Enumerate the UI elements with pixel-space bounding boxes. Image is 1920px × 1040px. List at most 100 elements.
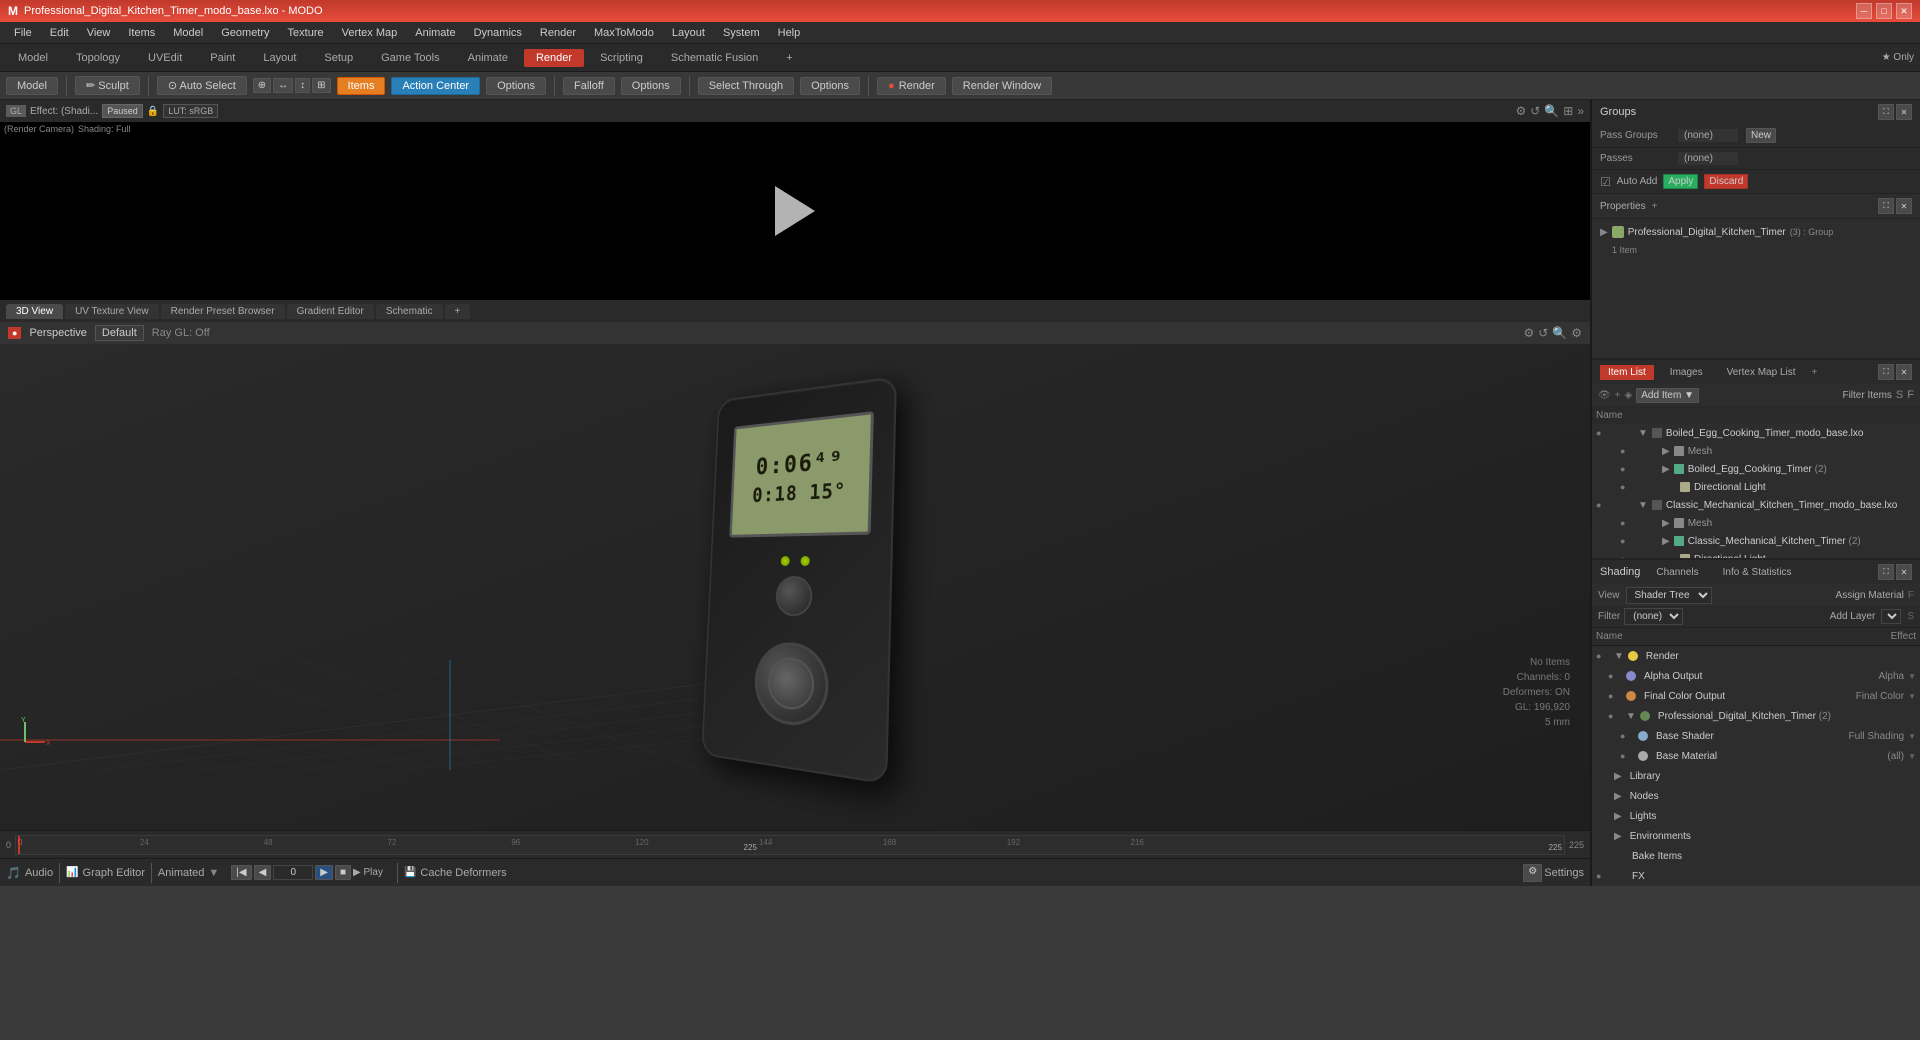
timeline-ruler[interactable]: 0 24 48 72 96 120 144 168 192 216 225 22… [15,835,1565,855]
minimize-button[interactable]: ─ [1856,3,1872,19]
tab-images[interactable]: Images [1662,365,1711,380]
prev-keyframe-btn[interactable]: |◀ [231,865,251,880]
list-item[interactable]: ● Directional Light [1616,550,1920,558]
auto-select-btn[interactable]: ⊙ Auto Select [157,76,247,95]
settings-btn[interactable]: ⚙ [1523,864,1542,882]
groups-expand-icon[interactable]: ⛶ [1878,104,1894,120]
transform-btn-1[interactable]: ⊕ [253,78,271,93]
assign-material-btn[interactable]: Assign Material [1836,590,1904,601]
base-shader-dropdown[interactable]: ▼ [1908,732,1916,741]
shader-final-color-row[interactable]: ● Final Color Output Final Color ▼ [1592,686,1920,706]
transform-btn-3[interactable]: ↕ [295,78,310,93]
step-back-btn[interactable]: ◀ [254,865,272,880]
settings-label[interactable]: Settings [1544,864,1584,882]
shader-base-shader-row[interactable]: ● Base Shader Full Shading ▼ [1592,726,1920,746]
play-btn[interactable]: ▶ [315,865,333,880]
base-material-dropdown[interactable]: ▼ [1908,752,1916,761]
viewport-settings-icon[interactable]: ⚙ [1523,326,1534,340]
shader-close-icon[interactable]: ✕ [1896,564,1912,580]
options-btn-2[interactable]: Options [621,77,681,95]
tab-game-tools[interactable]: Game Tools [369,49,452,67]
frame-input[interactable] [273,865,313,880]
menu-view[interactable]: View [79,25,119,41]
menu-file[interactable]: File [6,25,40,41]
list-item[interactable]: ● ▼ Classic_Mechanical_Kitchen_Timer_mod… [1592,496,1920,514]
list-item[interactable]: ● ▶ Boiled_Egg_Cooking_Timer (2) [1616,460,1920,478]
list-item[interactable]: ● ▶ Mesh [1616,514,1920,532]
options-btn-1[interactable]: Options [486,77,546,95]
shader-bake-items-row[interactable]: Bake Items [1592,846,1920,866]
menu-help[interactable]: Help [770,25,809,41]
tab-render[interactable]: Render [524,49,584,67]
preview-more-icon[interactable]: » [1577,104,1584,118]
list-item[interactable]: ● ▶ Classic_Mechanical_Kitchen_Timer (2) [1616,532,1920,550]
close-button[interactable]: ✕ [1896,3,1912,19]
item-list-close-icon[interactable]: ✕ [1896,364,1912,380]
play-button-large[interactable] [775,186,815,236]
add-tab-icon[interactable]: + [1812,367,1818,378]
viewport-gear-icon[interactable]: ⚙ [1571,326,1582,340]
tab-gradient-editor[interactable]: Gradient Editor [287,304,374,319]
tab-info-stats[interactable]: Info & Statistics [1715,565,1800,580]
mode-sculpt-btn[interactable]: ✏ Sculpt [75,76,140,95]
animated-dropdown-icon[interactable]: ▼ [208,867,219,879]
transform-btn-4[interactable]: ⊞ [312,78,330,93]
item-list-expand-icon[interactable]: ⛶ [1878,364,1894,380]
shader-fx-row[interactable]: ● FX [1592,866,1920,886]
tab-schematic-fusion[interactable]: Schematic Fusion [659,49,770,67]
new-pass-group-btn[interactable]: New [1746,128,1776,143]
tab-shading[interactable]: Shading [1600,566,1640,578]
tab-model[interactable]: Model [6,49,60,67]
shader-expand-icon[interactable]: ⛶ [1878,564,1894,580]
viewport-canvas[interactable]: 0:06⁴⁹ 0:18 15° [0,344,1590,830]
cache-deformers-label[interactable]: Cache Deformers [420,867,506,879]
alpha-dropdown[interactable]: ▼ [1908,672,1916,681]
tab-item-list[interactable]: Item List [1600,365,1654,380]
graph-editor-label[interactable]: Graph Editor [83,867,145,879]
tab-channels[interactable]: Channels [1648,565,1706,580]
view-dropdown[interactable]: Shader Tree [1626,587,1712,604]
render-btn[interactable]: ● Render [877,77,946,95]
apply-btn[interactable]: Apply [1663,174,1698,189]
shader-environments-row[interactable]: ▶ Environments [1592,826,1920,846]
properties-icon[interactable]: + [1652,201,1658,212]
viewport-shading-dropdown[interactable]: Default [95,325,144,341]
tab-layout[interactable]: Layout [251,49,308,67]
preview-refresh-icon[interactable]: ↺ [1530,104,1540,118]
shader-lights-row[interactable]: ▶ Lights [1592,806,1920,826]
animated-label[interactable]: Animated [158,867,204,879]
filter-dropdown[interactable]: (none) [1624,608,1683,625]
discard-btn[interactable]: Discard [1704,174,1748,189]
tab-vertex-map-list[interactable]: Vertex Map List [1719,365,1804,380]
action-center-btn[interactable]: Action Center [391,77,480,95]
maximize-button[interactable]: □ [1876,3,1892,19]
props-expand-icon[interactable]: ⛶ [1878,198,1894,214]
stop-btn[interactable]: ■ [335,865,351,880]
tab-setup[interactable]: Setup [312,49,365,67]
tab-add-view[interactable]: + [445,304,471,319]
shader-render-row[interactable]: ● ▼ Render [1592,646,1920,666]
menu-maxtomodo[interactable]: MaxToModo [586,25,662,41]
tab-scripting[interactable]: Scripting [588,49,655,67]
menu-edit[interactable]: Edit [42,25,77,41]
auto-add-label[interactable]: Auto Add [1617,176,1658,187]
menu-model[interactable]: Model [165,25,211,41]
props-close-icon[interactable]: ✕ [1896,198,1912,214]
viewport-refresh-icon[interactable]: ↺ [1538,326,1548,340]
add-layer-btn[interactable]: Add Layer [1830,611,1876,622]
menu-render[interactable]: Render [532,25,584,41]
tab-topology[interactable]: Topology [64,49,132,67]
tab-animate[interactable]: Animate [456,49,520,67]
falloff-btn[interactable]: Falloff [563,77,615,95]
menu-animate[interactable]: Animate [407,25,463,41]
menu-vertex-map[interactable]: Vertex Map [334,25,406,41]
items-btn[interactable]: Items [337,77,386,95]
menu-layout[interactable]: Layout [664,25,713,41]
menu-geometry[interactable]: Geometry [213,25,277,41]
tab-uvedit[interactable]: UVEdit [136,49,194,67]
shader-alpha-row[interactable]: ● Alpha Output Alpha ▼ [1592,666,1920,686]
group-tree-item[interactable]: ▶ Professional_Digital_Kitchen_Timer (3)… [1592,223,1920,241]
groups-close-icon[interactable]: ✕ [1896,104,1912,120]
options-btn-3[interactable]: Options [800,77,860,95]
transform-btn-2[interactable]: ↔ [273,78,293,93]
